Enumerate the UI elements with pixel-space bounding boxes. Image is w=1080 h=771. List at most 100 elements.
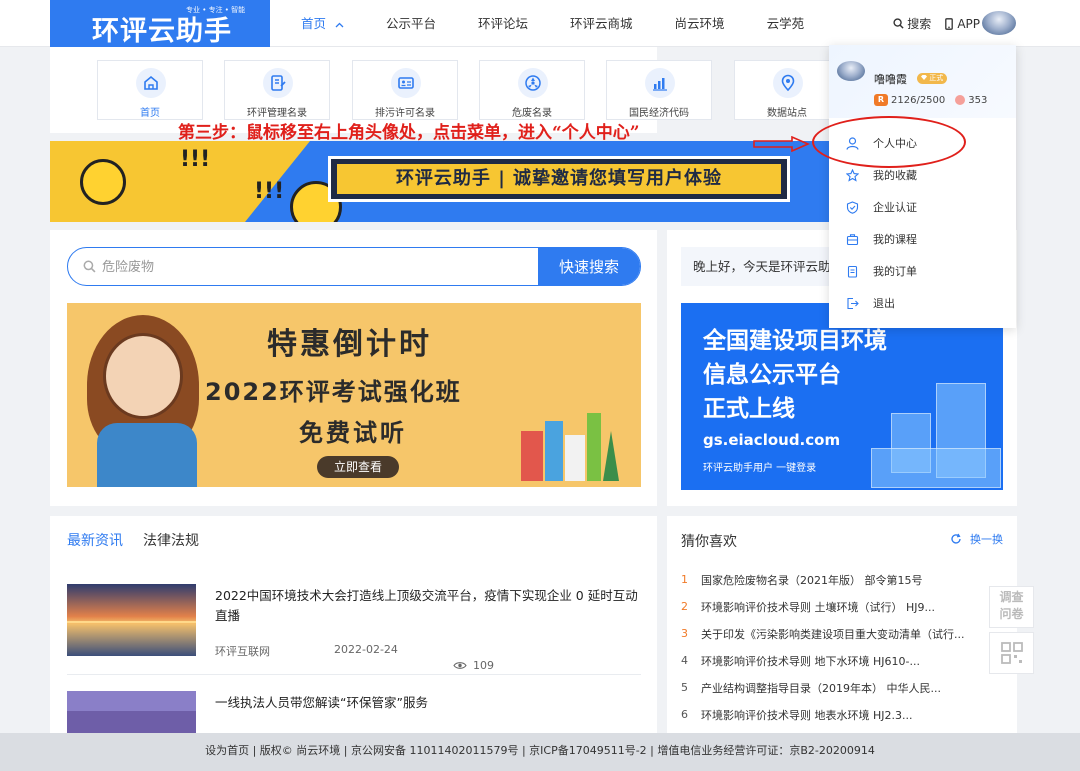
user-avatar[interactable] (982, 11, 1016, 35)
refresh-icon (951, 533, 961, 544)
user-name: 噜噜霞 (874, 73, 907, 86)
nav-item-shangyun[interactable]: 尚云环境 (654, 0, 746, 47)
quick-link-hazard-directory[interactable]: 危废名录 (479, 60, 585, 120)
nav-app-link[interactable]: APP (945, 17, 980, 31)
news-panel: 最新资讯 法律法规 2022中国环境技术大会打造线上顶级交流平台，疫情下实现企业… (50, 516, 657, 733)
document-edit-icon (263, 68, 293, 98)
member-badge: 正式 (917, 73, 948, 84)
list-item[interactable]: 5 产业结构调整指导目录（2019年本） 中华人民... (681, 674, 1003, 701)
news-thumbnail (67, 691, 196, 733)
search-box: 快速搜索 (67, 247, 641, 286)
top-navigation: 专业 • 专注 • 智能 环评云助手 首页 公示平台 环评论坛 环评云商城 尚云… (0, 0, 1080, 47)
quick-link-home[interactable]: 首页 (97, 60, 203, 120)
course-icon (846, 233, 859, 245)
gs-line-3: 正式上线 (703, 396, 795, 422)
quick-link-label: 数据站点 (767, 108, 807, 119)
promo-cta-button[interactable]: 立即查看 (317, 456, 399, 478)
news-item[interactable]: 2022中国环境技术大会打造线上顶级交流平台，疫情下实现企业 0 延时互动直播 … (67, 584, 641, 672)
news-tabs: 最新资讯 法律法规 (67, 530, 219, 550)
highlight-ring-annotation (812, 116, 966, 168)
quick-link-eia-directory[interactable]: 环评管理名录 (224, 60, 330, 120)
books-illustration (521, 413, 619, 481)
quick-link-label: 危废名录 (512, 108, 552, 119)
user-menu-dropdown: 噜噜霞 正式 R 2126/2500 353 个人中心 我的收藏 企业认证 我的… (829, 45, 1016, 328)
user-stats: R 2126/2500 353 (874, 94, 987, 106)
main-nav: 首页 公示平台 环评论坛 环评云商城 尚云环境 云学苑 (280, 0, 825, 47)
news-views: 109 (453, 659, 494, 672)
news-meta: 环评互联网 2022-02-24 109 (215, 643, 641, 672)
menu-item-courses[interactable]: 我的课程 (829, 223, 1016, 255)
hazard-icon (518, 68, 548, 98)
menu-item-enterprise-auth[interactable]: 企业认证 (829, 191, 1016, 223)
gs-line-2: 信息公示平台 (703, 362, 841, 388)
list-item[interactable]: 4 环境影响评价技术导则 地下水环境 HJ610-... (681, 647, 1003, 674)
location-icon (773, 68, 803, 98)
promo-banner[interactable]: 特惠倒计时 2022环评考试强化班 免费试听 立即查看 (67, 303, 641, 487)
list-item[interactable]: 2 环境影响评价技术导则 土壤环境（试行） HJ9... (681, 593, 1003, 620)
user-points: 2126/2500 (891, 94, 946, 106)
promo-line-1: 特惠倒计时 (267, 327, 432, 362)
gs-subtitle: 环评云助手用户 一键登录 (703, 463, 817, 474)
quick-link-label: 排污许可名录 (375, 108, 435, 119)
exclamation-icon: !!! (180, 147, 211, 172)
qr-code-icon (1000, 642, 1023, 664)
order-icon (847, 265, 858, 278)
qr-code-button[interactable] (989, 632, 1034, 674)
search-input[interactable] (68, 248, 538, 285)
nav-item-academy[interactable]: 云学苑 (746, 0, 826, 47)
brand-name: 环评云助手 (92, 16, 232, 47)
nav-search-link[interactable]: 搜索 (893, 15, 931, 32)
refresh-button[interactable]: 换一换 (950, 531, 1003, 547)
promo-line-2: 2022环评考试强化班 (205, 378, 462, 406)
quick-link-label: 国民经济代码 (629, 108, 689, 119)
points-icon: R (874, 94, 888, 106)
quick-link-permit-directory[interactable]: 排污许可名录 (352, 60, 458, 120)
nav-item-forum[interactable]: 环评论坛 (457, 0, 549, 47)
phone-icon (945, 17, 954, 30)
coin-icon (955, 95, 966, 105)
news-item[interactable]: 一线执法人员带您解读“环保管家”服务 (67, 691, 641, 733)
shield-icon (846, 200, 859, 214)
gs-url: gs.eiacloud.com (703, 431, 841, 449)
bar-chart-icon (645, 68, 675, 98)
news-date: 2022-02-24 (334, 643, 398, 656)
brand-logo[interactable]: 专业 • 专注 • 智能 环评云助手 (50, 0, 270, 47)
nav-item-home[interactable]: 首页 (280, 0, 365, 47)
laughing-emoji-icon (80, 159, 126, 205)
quick-search-button[interactable]: 快速搜索 (538, 248, 640, 285)
building-illustration (871, 448, 1001, 488)
annotation-arrow-icon (753, 136, 810, 152)
nav-right-tools: 搜索 APP (879, 0, 980, 47)
user-menu-header: 噜噜霞 正式 R 2126/2500 353 (829, 45, 1016, 118)
home-icon (136, 68, 166, 98)
recommend-panel: 猜你喜欢 换一换 1 国家危险废物名录（2021年版） 部令第15号 2 环境影响评… (667, 516, 1017, 733)
quick-link-label: 环评管理名录 (247, 108, 307, 119)
banner-text: 环评云助手 | 诚挚邀请您填写用户体验 (337, 164, 781, 194)
news-source: 环评互联网 (215, 645, 270, 658)
quick-link-label: 首页 (140, 108, 160, 119)
quick-link-economy-code[interactable]: 国民经济代码 (606, 60, 712, 120)
user-avatar-small (837, 61, 865, 81)
quick-link-data-stations[interactable]: 数据站点 (734, 60, 840, 120)
nav-item-publicity[interactable]: 公示平台 (365, 0, 457, 47)
list-item[interactable]: 1 国家危险废物名录（2021年版） 部令第15号 (681, 566, 1003, 593)
menu-item-logout[interactable]: 退出 (829, 287, 1016, 319)
news-title[interactable]: 2022中国环境技术大会打造线上顶级交流平台，疫情下实现企业 0 延时互动直播 (215, 586, 641, 626)
promo-line-3: 免费试听 (299, 419, 407, 447)
survey-float-button[interactable]: 调查问卷 (989, 586, 1034, 628)
recommend-title: 猜你喜欢 (681, 534, 737, 550)
list-item[interactable]: 3 关于印发《污染影响类建设项目重大变动清单（试行... (681, 620, 1003, 647)
page-footer: 设为首页 | 版权© 尚云环境 | 京公网安备 11011402011579号 … (0, 733, 1080, 771)
girl-face-illustration (103, 333, 183, 419)
nav-item-mall[interactable]: 环评云商城 (549, 0, 654, 47)
news-thumbnail (67, 584, 196, 656)
news-title[interactable]: 一线执法人员带您解读“环保管家”服务 (215, 693, 641, 713)
list-item[interactable]: 6 环境影响评价技术导则 地表水环境 HJ2.3... (681, 701, 1003, 728)
menu-item-orders[interactable]: 我的订单 (829, 255, 1016, 287)
gs-platform-banner[interactable]: 全国建设项目环境 信息公示平台 正式上线 gs.eiacloud.com 环评云… (681, 303, 1003, 490)
tab-latest-news[interactable]: 最新资讯 (67, 530, 123, 550)
survey-banner[interactable]: !!! !!! 环评云助手 | 诚挚邀请您填写用户体验 (50, 141, 830, 222)
divider (67, 674, 641, 675)
tab-laws[interactable]: 法律法规 (143, 530, 199, 550)
exclamation-icon: !!! (254, 179, 285, 204)
